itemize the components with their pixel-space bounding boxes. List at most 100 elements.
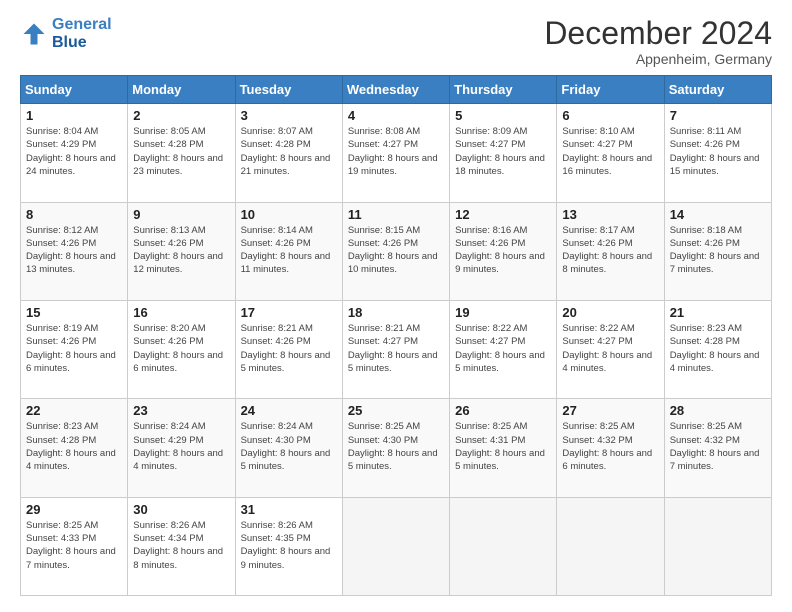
- calendar-table: SundayMondayTuesdayWednesdayThursdayFrid…: [20, 75, 772, 596]
- calendar-cell: 21 Sunrise: 8:23 AMSunset: 4:28 PMDaylig…: [664, 300, 771, 398]
- day-number: 6: [562, 108, 658, 123]
- day-info: Sunrise: 8:24 AMSunset: 4:29 PMDaylight:…: [133, 420, 229, 473]
- day-info: Sunrise: 8:10 AMSunset: 4:27 PMDaylight:…: [562, 125, 658, 178]
- day-number: 12: [455, 207, 551, 222]
- calendar-cell: 13 Sunrise: 8:17 AMSunset: 4:26 PMDaylig…: [557, 202, 664, 300]
- day-info: Sunrise: 8:26 AMSunset: 4:34 PMDaylight:…: [133, 519, 229, 572]
- day-info: Sunrise: 8:20 AMSunset: 4:26 PMDaylight:…: [133, 322, 229, 375]
- day-number: 2: [133, 108, 229, 123]
- calendar-cell: 5 Sunrise: 8:09 AMSunset: 4:27 PMDayligh…: [450, 104, 557, 202]
- calendar-cell: 14 Sunrise: 8:18 AMSunset: 4:26 PMDaylig…: [664, 202, 771, 300]
- day-number: 10: [241, 207, 337, 222]
- day-info: Sunrise: 8:18 AMSunset: 4:26 PMDaylight:…: [670, 224, 766, 277]
- calendar-cell: 27 Sunrise: 8:25 AMSunset: 4:32 PMDaylig…: [557, 399, 664, 497]
- calendar-cell: 3 Sunrise: 8:07 AMSunset: 4:28 PMDayligh…: [235, 104, 342, 202]
- day-info: Sunrise: 8:25 AMSunset: 4:31 PMDaylight:…: [455, 420, 551, 473]
- day-number: 7: [670, 108, 766, 123]
- calendar-week-row: 1 Sunrise: 8:04 AMSunset: 4:29 PMDayligh…: [21, 104, 772, 202]
- day-number: 5: [455, 108, 551, 123]
- day-number: 1: [26, 108, 122, 123]
- day-number: 26: [455, 403, 551, 418]
- page: General Blue December 2024 Appenheim, Ge…: [0, 0, 792, 612]
- day-info: Sunrise: 8:22 AMSunset: 4:27 PMDaylight:…: [562, 322, 658, 375]
- day-number: 21: [670, 305, 766, 320]
- day-info: Sunrise: 8:05 AMSunset: 4:28 PMDaylight:…: [133, 125, 229, 178]
- logo-icon: [20, 20, 48, 48]
- day-number: 4: [348, 108, 444, 123]
- calendar-week-row: 8 Sunrise: 8:12 AMSunset: 4:26 PMDayligh…: [21, 202, 772, 300]
- location-subtitle: Appenheim, Germany: [544, 51, 772, 67]
- day-number: 16: [133, 305, 229, 320]
- day-header-wednesday: Wednesday: [342, 76, 449, 104]
- day-info: Sunrise: 8:16 AMSunset: 4:26 PMDaylight:…: [455, 224, 551, 277]
- day-info: Sunrise: 8:21 AMSunset: 4:26 PMDaylight:…: [241, 322, 337, 375]
- calendar-cell: 28 Sunrise: 8:25 AMSunset: 4:32 PMDaylig…: [664, 399, 771, 497]
- day-header-friday: Friday: [557, 76, 664, 104]
- day-number: 13: [562, 207, 658, 222]
- day-number: 18: [348, 305, 444, 320]
- calendar-cell: 26 Sunrise: 8:25 AMSunset: 4:31 PMDaylig…: [450, 399, 557, 497]
- day-info: Sunrise: 8:22 AMSunset: 4:27 PMDaylight:…: [455, 322, 551, 375]
- calendar-cell: 31 Sunrise: 8:26 AMSunset: 4:35 PMDaylig…: [235, 497, 342, 595]
- day-header-tuesday: Tuesday: [235, 76, 342, 104]
- calendar-cell: 23 Sunrise: 8:24 AMSunset: 4:29 PMDaylig…: [128, 399, 235, 497]
- day-info: Sunrise: 8:14 AMSunset: 4:26 PMDaylight:…: [241, 224, 337, 277]
- day-info: Sunrise: 8:08 AMSunset: 4:27 PMDaylight:…: [348, 125, 444, 178]
- day-number: 11: [348, 207, 444, 222]
- day-header-saturday: Saturday: [664, 76, 771, 104]
- calendar-cell: 22 Sunrise: 8:23 AMSunset: 4:28 PMDaylig…: [21, 399, 128, 497]
- day-info: Sunrise: 8:17 AMSunset: 4:26 PMDaylight:…: [562, 224, 658, 277]
- day-number: 17: [241, 305, 337, 320]
- calendar-cell: 8 Sunrise: 8:12 AMSunset: 4:26 PMDayligh…: [21, 202, 128, 300]
- day-info: Sunrise: 8:09 AMSunset: 4:27 PMDaylight:…: [455, 125, 551, 178]
- calendar-cell: [342, 497, 449, 595]
- calendar-cell: 7 Sunrise: 8:11 AMSunset: 4:26 PMDayligh…: [664, 104, 771, 202]
- day-number: 25: [348, 403, 444, 418]
- day-number: 28: [670, 403, 766, 418]
- day-number: 23: [133, 403, 229, 418]
- day-info: Sunrise: 8:23 AMSunset: 4:28 PMDaylight:…: [670, 322, 766, 375]
- day-number: 27: [562, 403, 658, 418]
- calendar-header-row: SundayMondayTuesdayWednesdayThursdayFrid…: [21, 76, 772, 104]
- day-info: Sunrise: 8:19 AMSunset: 4:26 PMDaylight:…: [26, 322, 122, 375]
- calendar-week-row: 29 Sunrise: 8:25 AMSunset: 4:33 PMDaylig…: [21, 497, 772, 595]
- day-info: Sunrise: 8:15 AMSunset: 4:26 PMDaylight:…: [348, 224, 444, 277]
- calendar-cell: 1 Sunrise: 8:04 AMSunset: 4:29 PMDayligh…: [21, 104, 128, 202]
- calendar-cell: 30 Sunrise: 8:26 AMSunset: 4:34 PMDaylig…: [128, 497, 235, 595]
- calendar-cell: 25 Sunrise: 8:25 AMSunset: 4:30 PMDaylig…: [342, 399, 449, 497]
- day-number: 31: [241, 502, 337, 517]
- calendar-cell: 24 Sunrise: 8:24 AMSunset: 4:30 PMDaylig…: [235, 399, 342, 497]
- day-info: Sunrise: 8:11 AMSunset: 4:26 PMDaylight:…: [670, 125, 766, 178]
- day-number: 22: [26, 403, 122, 418]
- day-number: 24: [241, 403, 337, 418]
- calendar-week-row: 15 Sunrise: 8:19 AMSunset: 4:26 PMDaylig…: [21, 300, 772, 398]
- calendar-cell: 9 Sunrise: 8:13 AMSunset: 4:26 PMDayligh…: [128, 202, 235, 300]
- calendar-cell: 4 Sunrise: 8:08 AMSunset: 4:27 PMDayligh…: [342, 104, 449, 202]
- day-number: 20: [562, 305, 658, 320]
- day-number: 15: [26, 305, 122, 320]
- logo: General Blue: [20, 16, 112, 51]
- calendar-cell: 20 Sunrise: 8:22 AMSunset: 4:27 PMDaylig…: [557, 300, 664, 398]
- day-number: 14: [670, 207, 766, 222]
- day-info: Sunrise: 8:25 AMSunset: 4:32 PMDaylight:…: [562, 420, 658, 473]
- calendar-cell: 11 Sunrise: 8:15 AMSunset: 4:26 PMDaylig…: [342, 202, 449, 300]
- calendar-cell: 29 Sunrise: 8:25 AMSunset: 4:33 PMDaylig…: [21, 497, 128, 595]
- day-info: Sunrise: 8:21 AMSunset: 4:27 PMDaylight:…: [348, 322, 444, 375]
- day-info: Sunrise: 8:25 AMSunset: 4:33 PMDaylight:…: [26, 519, 122, 572]
- logo-text: General Blue: [52, 16, 112, 51]
- day-info: Sunrise: 8:24 AMSunset: 4:30 PMDaylight:…: [241, 420, 337, 473]
- title-block: December 2024 Appenheim, Germany: [544, 16, 772, 67]
- day-header-monday: Monday: [128, 76, 235, 104]
- day-number: 30: [133, 502, 229, 517]
- day-number: 29: [26, 502, 122, 517]
- calendar-cell: 2 Sunrise: 8:05 AMSunset: 4:28 PMDayligh…: [128, 104, 235, 202]
- calendar-cell: 12 Sunrise: 8:16 AMSunset: 4:26 PMDaylig…: [450, 202, 557, 300]
- day-number: 9: [133, 207, 229, 222]
- calendar-cell: [557, 497, 664, 595]
- day-info: Sunrise: 8:04 AMSunset: 4:29 PMDaylight:…: [26, 125, 122, 178]
- calendar-cell: 19 Sunrise: 8:22 AMSunset: 4:27 PMDaylig…: [450, 300, 557, 398]
- day-header-thursday: Thursday: [450, 76, 557, 104]
- day-info: Sunrise: 8:12 AMSunset: 4:26 PMDaylight:…: [26, 224, 122, 277]
- day-header-sunday: Sunday: [21, 76, 128, 104]
- calendar-cell: 10 Sunrise: 8:14 AMSunset: 4:26 PMDaylig…: [235, 202, 342, 300]
